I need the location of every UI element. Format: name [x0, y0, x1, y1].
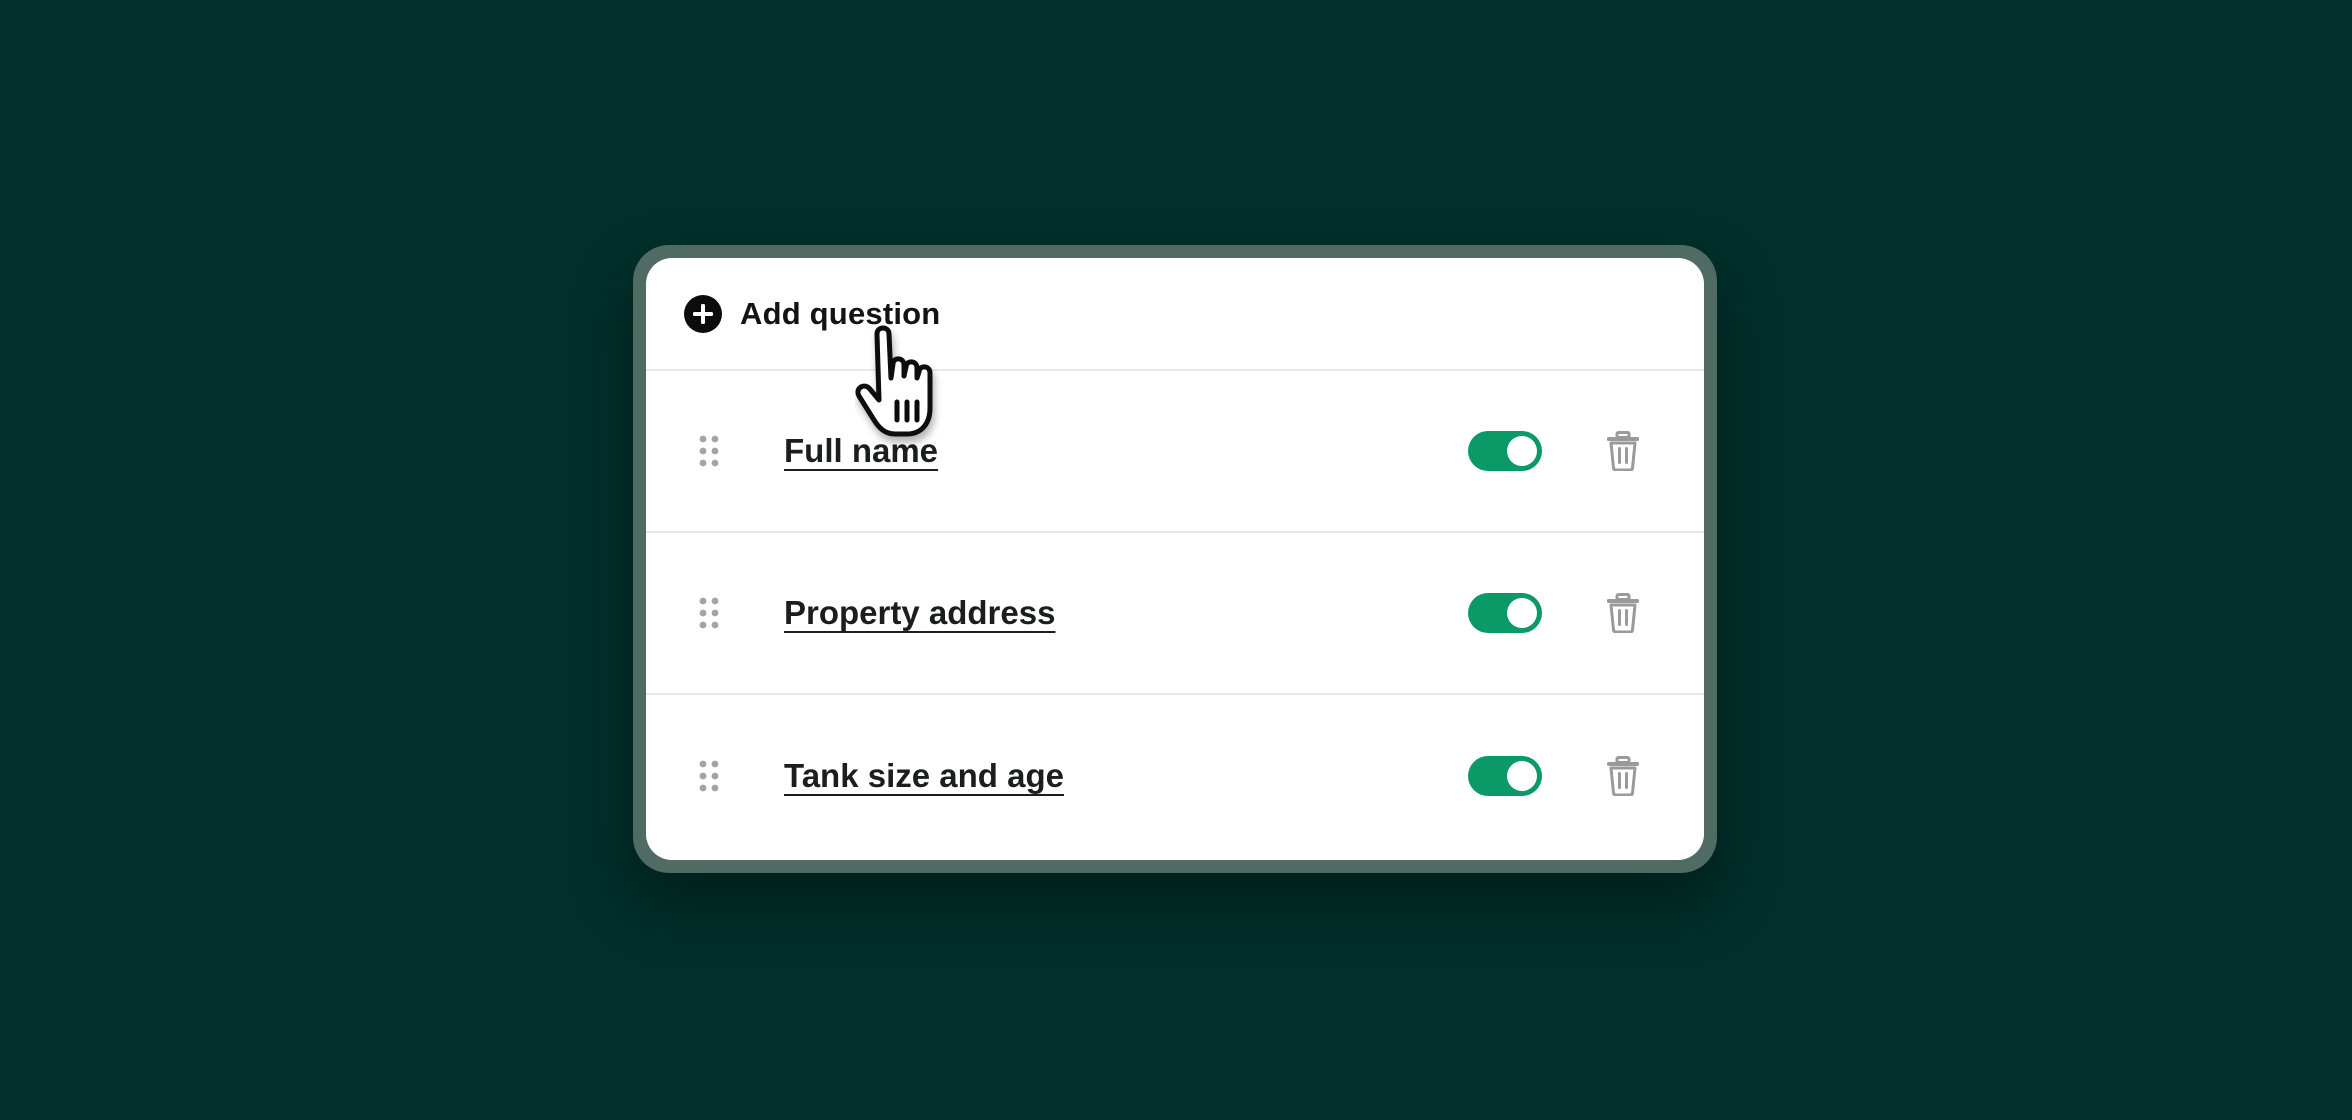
question-enabled-toggle[interactable]: [1468, 431, 1542, 471]
trash-icon[interactable]: [1606, 593, 1640, 633]
question-card-frame: Add question Full name Property address …: [633, 245, 1717, 873]
question-row-full-name: Full name: [646, 371, 1704, 533]
plus-circle-icon: [684, 294, 722, 333]
trash-icon[interactable]: [1606, 431, 1640, 471]
question-label[interactable]: Full name: [784, 432, 938, 470]
toggle-knob: [1507, 761, 1537, 791]
drag-handle-icon[interactable]: [698, 434, 720, 468]
add-question-label: Add question: [740, 295, 941, 331]
question-row-property-address: Property address: [646, 533, 1704, 695]
drag-handle-icon[interactable]: [698, 596, 720, 630]
add-question-button[interactable]: Add question: [646, 258, 1704, 371]
question-row-tank-size: Tank size and age: [646, 695, 1704, 857]
question-label[interactable]: Tank size and age: [784, 757, 1064, 795]
toggle-knob: [1507, 598, 1537, 628]
toggle-knob: [1507, 436, 1537, 466]
trash-icon[interactable]: [1606, 756, 1640, 796]
question-card: Add question Full name Property address …: [646, 258, 1704, 860]
question-label[interactable]: Property address: [784, 594, 1055, 632]
question-enabled-toggle[interactable]: [1468, 593, 1542, 633]
question-enabled-toggle[interactable]: [1468, 756, 1542, 796]
drag-handle-icon[interactable]: [698, 759, 720, 793]
